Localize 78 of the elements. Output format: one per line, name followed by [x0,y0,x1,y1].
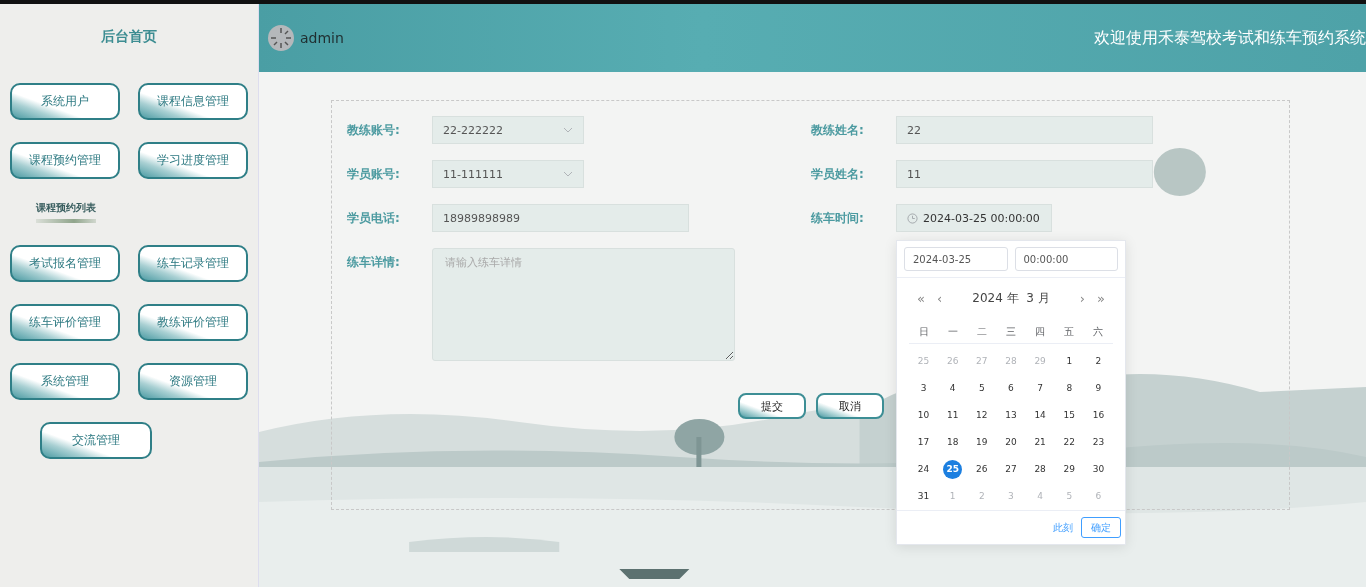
system-title: 欢迎使用禾泰驾校考试和练车预约系统 [1094,27,1366,49]
select-field[interactable]: 11-111111 [432,160,584,188]
calendar-day[interactable]: 2 [1088,352,1108,372]
calendar-day[interactable]: 17 [914,433,934,453]
sidebar-item[interactable]: 练车评价管理 [10,304,120,341]
datetime-field[interactable]: 2024-03-25 00:00:00 [896,204,1052,232]
input-field[interactable]: 11 [896,160,1153,188]
calendar-day[interactable]: 10 [914,406,934,426]
calendar-day[interactable]: 24 [914,460,934,480]
chevron-down-icon [563,127,573,133]
calendar-day[interactable]: 3 [914,379,934,399]
sidebar-item[interactable]: 学习进度管理 [138,142,248,179]
calendar-day[interactable]: 8 [1059,379,1079,399]
sidebar-item[interactable]: 系统管理 [10,363,120,400]
nav-button[interactable]: › [1073,291,1092,307]
calendar-day[interactable]: 9 [1088,379,1108,399]
select-field[interactable]: 22-222222 [432,116,584,144]
field-label: 练车详情: [347,254,401,271]
weekday-label: 四 [1034,325,1047,340]
calendar-day[interactable]: 14 [1030,406,1050,426]
weekday-label: 三 [1005,325,1017,340]
calendar-day[interactable]: 19 [972,433,992,453]
input-field[interactable]: 22 [896,116,1153,144]
username: admin [300,30,344,46]
sidebar-section-title: 课程预约列表 [36,201,96,223]
calendar-day[interactable]: 29 [1059,460,1079,480]
sidebar-item[interactable]: 练车记录管理 [138,245,248,282]
calendar-day[interactable]: 4 [943,379,963,399]
form-button[interactable]: 提交 [737,393,806,419]
calendar-day[interactable]: 31 [914,487,934,507]
calendar-day[interactable]: 11 [943,406,963,426]
field-label: 练车时间: [811,210,865,227]
sidebar-item[interactable]: 考试报名管理 [10,245,120,282]
sidebar-item[interactable]: 系统用户 [10,83,120,120]
weekday-label: 日 [917,325,930,340]
calendar-day[interactable]: 20 [1001,433,1021,453]
sidebar-item[interactable]: 课程预约管理 [10,142,120,179]
sidebar-item[interactable]: 课程信息管理 [138,83,248,120]
nav-button[interactable]: » [1091,291,1111,307]
form-button[interactable]: 取消 [815,393,884,419]
calendar-day[interactable]: 15 [1059,406,1079,426]
sidebar-item[interactable]: 资源管理 [138,363,248,400]
calendar-day[interactable]: 28 [1030,460,1050,480]
weekday-label: 二 [975,325,988,340]
field-label: 学员姓名: [811,166,865,183]
chevron-down-icon [563,171,573,177]
sidebar-title: 后台首页 [100,28,158,46]
field-label: 教练姓名: [811,122,865,139]
input-field[interactable]: 18989898989 [432,204,689,232]
field-label: 学员账号: [347,166,401,183]
calendar-day[interactable]: 27 [1001,460,1021,480]
field-label: 教练账号: [347,122,401,139]
date-input[interactable]: 2024-03-25 [904,247,1008,271]
month-label: 2024 年 3 月 [971,290,1051,308]
calendar-day[interactable]: 13 [1001,406,1021,426]
sidebar-item[interactable]: 教练评价管理 [138,304,248,341]
calendar-day[interactable]: 25 [943,460,963,480]
time-input[interactable]: 00:00:00 [1014,247,1118,271]
weekday-label: 五 [1063,325,1076,340]
sidebar-item[interactable]: 交流管理 [40,422,152,459]
nav-button[interactable]: « [911,291,931,307]
weekday-label: 一 [946,325,959,340]
calendar-day[interactable]: 12 [972,406,992,426]
weekday-label: 六 [1092,325,1105,340]
calendar-day[interactable]: 18 [943,433,963,453]
clock-icon [907,212,918,224]
calendar-day[interactable]: 21 [1030,433,1050,453]
calendar-day[interactable]: 22 [1059,433,1079,453]
calendar-day[interactable]: 5 [972,379,992,399]
calendar-day[interactable]: 30 [1088,460,1108,480]
calendar-day[interactable]: 6 [1001,379,1021,399]
calendar-day[interactable]: 23 [1088,433,1108,453]
calendar-day[interactable]: 7 [1030,379,1050,399]
nav-button[interactable]: ‹ [930,291,949,307]
calendar-day[interactable]: 1 [1059,352,1079,372]
calendar-day[interactable]: 26 [972,460,992,480]
field-label: 学员电话: [347,210,401,227]
calendar-day[interactable]: 16 [1088,406,1108,426]
